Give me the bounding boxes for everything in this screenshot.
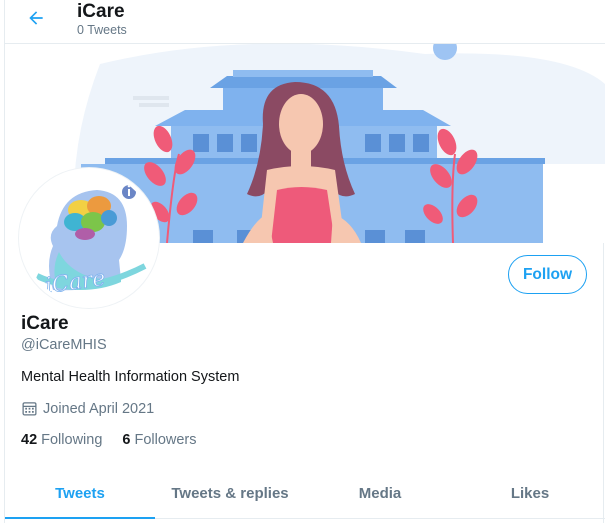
profile-page: iCare 0 Tweets iCare Follow iCare @iCare…: [4, 0, 605, 523]
following-link[interactable]: 42 Following: [21, 432, 102, 448]
follow-button[interactable]: Follow: [508, 255, 587, 294]
following-count: 42: [21, 432, 38, 448]
followers-count: 6: [122, 432, 131, 448]
tab-likes[interactable]: Likes: [455, 469, 605, 518]
profile-bio: Mental Health Information System: [21, 369, 240, 385]
tab-tweets-and-replies[interactable]: Tweets & replies: [155, 469, 305, 518]
join-date: Joined April 2021: [21, 400, 154, 417]
arrow-left-icon: [29, 11, 43, 25]
join-date-text: Joined April 2021: [43, 400, 155, 417]
calendar-icon: [22, 402, 37, 416]
profile-handle: @iCareMHIS: [21, 337, 107, 353]
tweet-count: 0 Tweets: [77, 23, 127, 37]
follow-stats: 42 Following 6 Followers: [21, 432, 197, 448]
followers-link[interactable]: 6 Followers: [122, 432, 196, 448]
tab-media[interactable]: Media: [305, 469, 455, 518]
profile-tabs: Tweets Tweets & replies Media Likes: [5, 469, 605, 519]
profile-name: iCare: [21, 313, 69, 334]
followers-label: Followers: [134, 432, 197, 448]
following-label: Following: [41, 432, 103, 448]
top-bar: iCare 0 Tweets: [5, 0, 605, 44]
tab-tweets[interactable]: Tweets: [5, 469, 155, 519]
avatar[interactable]: iCare: [19, 168, 159, 308]
header-title: iCare: [77, 1, 125, 22]
back-button[interactable]: [23, 5, 49, 31]
